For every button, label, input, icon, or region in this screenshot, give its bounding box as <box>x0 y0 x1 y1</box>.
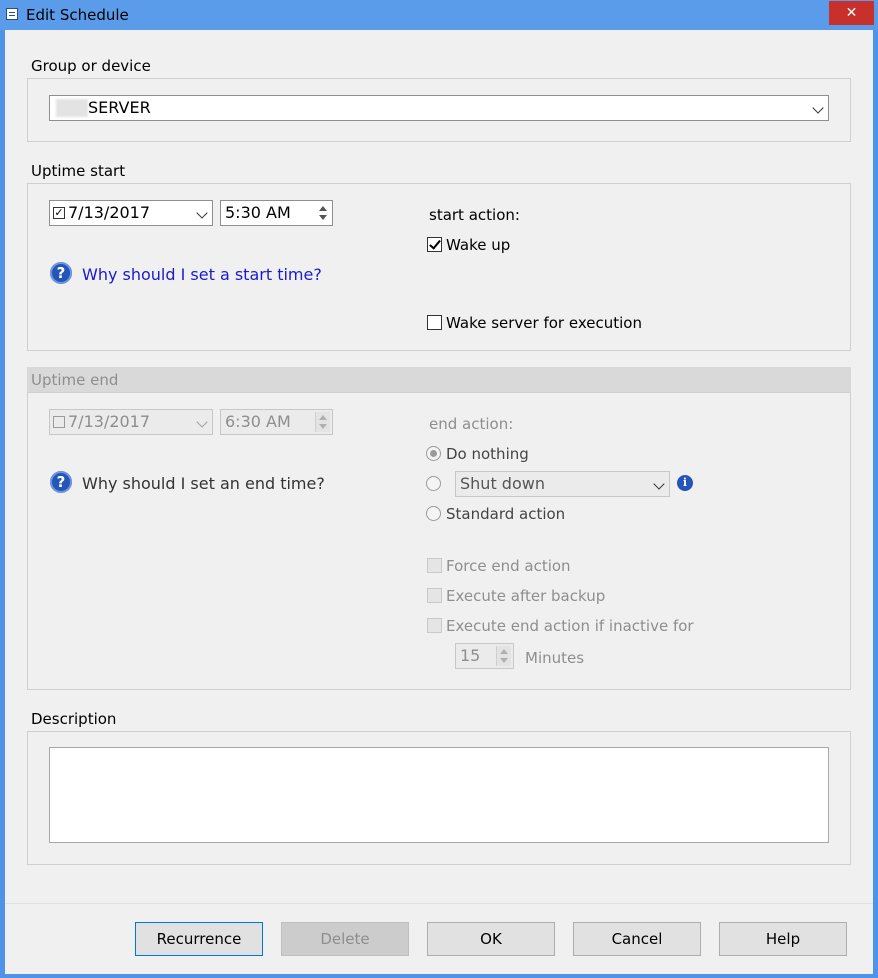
spin-buttons[interactable] <box>315 412 330 432</box>
spin-up-icon[interactable] <box>500 649 508 654</box>
uptime-end-group <box>27 392 851 690</box>
start-action-label: start action: <box>429 206 520 224</box>
end-date-value: 7/13/2017 <box>68 412 151 431</box>
start-date-value: 7/13/2017 <box>68 203 151 222</box>
end-date-picker[interactable]: 7/13/2017 <box>49 409 213 435</box>
inactive-minutes-value: 15 <box>460 646 481 665</box>
chevron-down-icon <box>812 102 824 114</box>
spin-down-icon[interactable] <box>319 424 327 429</box>
info-icon[interactable]: i <box>677 475 693 491</box>
execute-inactive-checkbox[interactable] <box>427 618 442 633</box>
do-nothing-label: Do nothing <box>446 445 529 463</box>
window-title: Edit Schedule <box>26 6 129 24</box>
close-icon: ✕ <box>845 5 858 21</box>
uptime-end-header-band <box>27 367 851 392</box>
spin-up-icon[interactable] <box>319 206 327 211</box>
wake-server-label: Wake server for execution <box>446 314 642 332</box>
shutdown-action-dropdown[interactable]: Shut down <box>455 471 670 497</box>
spin-buttons[interactable] <box>496 646 511 666</box>
start-time-value: 5:30 AM <box>225 203 291 222</box>
chevron-down-icon <box>196 207 208 219</box>
device-dropdown[interactable]: SERVER <box>49 95 829 121</box>
end-time-stepper[interactable]: 6:30 AM <box>220 409 333 435</box>
window-icon <box>6 8 18 20</box>
help-icon: ? <box>50 471 72 493</box>
help-icon: ? <box>50 262 72 284</box>
spin-buttons[interactable] <box>316 203 330 223</box>
help-button[interactable]: Help <box>719 922 847 956</box>
spin-down-icon[interactable] <box>319 215 327 220</box>
uptime-end-section-label: Uptime end <box>31 371 119 389</box>
spin-down-icon[interactable] <box>500 658 508 663</box>
device-dropdown-value: SERVER <box>88 98 151 117</box>
end-time-help-text: Why should I set an end time? <box>82 474 325 493</box>
delete-button[interactable]: Delete <box>281 922 409 956</box>
chevron-down-icon <box>196 416 208 428</box>
description-textarea[interactable] <box>49 747 829 843</box>
end-date-enabled-checkbox[interactable] <box>53 416 65 428</box>
cancel-button[interactable]: Cancel <box>573 922 701 956</box>
chevron-down-icon <box>653 478 665 490</box>
uptime-start-section-label: Uptime start <box>31 162 126 180</box>
shutdown-action-value: Shut down <box>460 474 545 493</box>
close-button[interactable]: ✕ <box>829 1 874 25</box>
start-date-enabled-checkbox[interactable]: ✓ <box>53 207 65 219</box>
wake-up-label: Wake up <box>446 236 511 254</box>
ok-button[interactable]: OK <box>427 922 555 956</box>
edit-schedule-window: Edit Schedule ✕ Group or device SERVER U… <box>0 0 878 978</box>
wake-server-checkbox[interactable] <box>427 315 442 330</box>
wake-up-checkbox[interactable] <box>427 237 442 252</box>
standard-action-radio[interactable] <box>426 506 441 521</box>
start-time-help-link[interactable]: Why should I set a start time? <box>82 265 322 284</box>
shutdown-radio[interactable] <box>426 476 441 491</box>
standard-action-label: Standard action <box>446 505 566 523</box>
force-end-label: Force end action <box>446 557 571 575</box>
device-section-label: Group or device <box>31 57 151 75</box>
force-end-checkbox[interactable] <box>427 558 442 573</box>
execute-after-backup-label: Execute after backup <box>446 587 606 605</box>
title-bar[interactable]: Edit Schedule ✕ <box>0 0 878 30</box>
end-time-value: 6:30 AM <box>225 412 291 431</box>
do-nothing-radio[interactable] <box>426 446 441 461</box>
execute-inactive-label: Execute end action if inactive for <box>446 617 694 635</box>
recurrence-button[interactable]: Recurrence <box>135 922 263 956</box>
spin-up-icon[interactable] <box>319 415 327 420</box>
inactive-minutes-stepper[interactable]: 15 <box>455 643 514 669</box>
minutes-label: Minutes <box>525 649 585 667</box>
start-time-stepper[interactable]: 5:30 AM <box>220 200 333 226</box>
start-date-picker[interactable]: ✓ 7/13/2017 <box>49 200 213 226</box>
redacted-text <box>56 99 88 117</box>
end-action-label: end action: <box>429 415 514 433</box>
execute-after-backup-checkbox[interactable] <box>427 588 442 603</box>
description-section-label: Description <box>31 710 117 728</box>
